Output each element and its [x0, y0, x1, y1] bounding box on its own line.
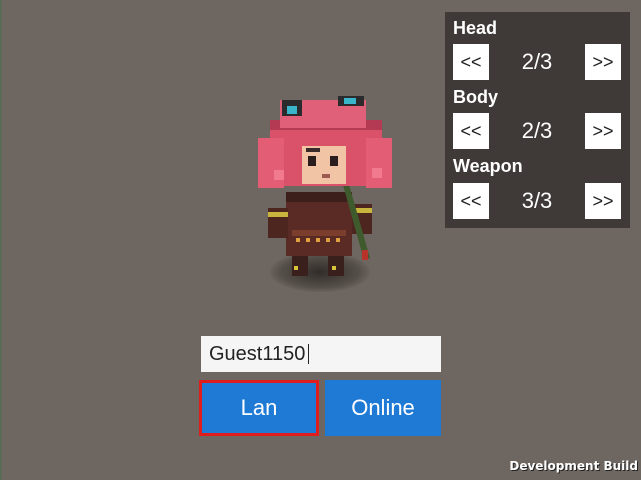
head-count: 2/3 [521, 49, 553, 74]
weapon-label: Weapon [453, 156, 523, 176]
head-next-button[interactable]: >> [585, 44, 621, 80]
player-name-input[interactable] [201, 336, 441, 372]
customization-panel: Head << 2/3 >> Body << 2/3 >> Weapon << … [445, 12, 630, 228]
viewport-edge [0, 0, 2, 480]
body-count: 2/3 [521, 118, 553, 143]
character-model [258, 96, 392, 276]
text-caret [308, 344, 309, 364]
weapon-prev-button[interactable]: << [453, 183, 489, 219]
character-preview [240, 80, 400, 310]
body-label: Body [453, 87, 498, 107]
development-build-label: Development Build [509, 459, 638, 473]
body-prev-button[interactable]: << [453, 113, 489, 149]
head-label: Head [453, 18, 498, 38]
online-button[interactable]: Online [325, 380, 441, 436]
weapon-next-button[interactable]: >> [585, 183, 621, 219]
head-prev-button[interactable]: << [453, 44, 489, 80]
weapon-count: 3/3 [521, 188, 553, 213]
body-next-button[interactable]: >> [585, 113, 621, 149]
lan-button[interactable]: Lan [199, 380, 319, 436]
